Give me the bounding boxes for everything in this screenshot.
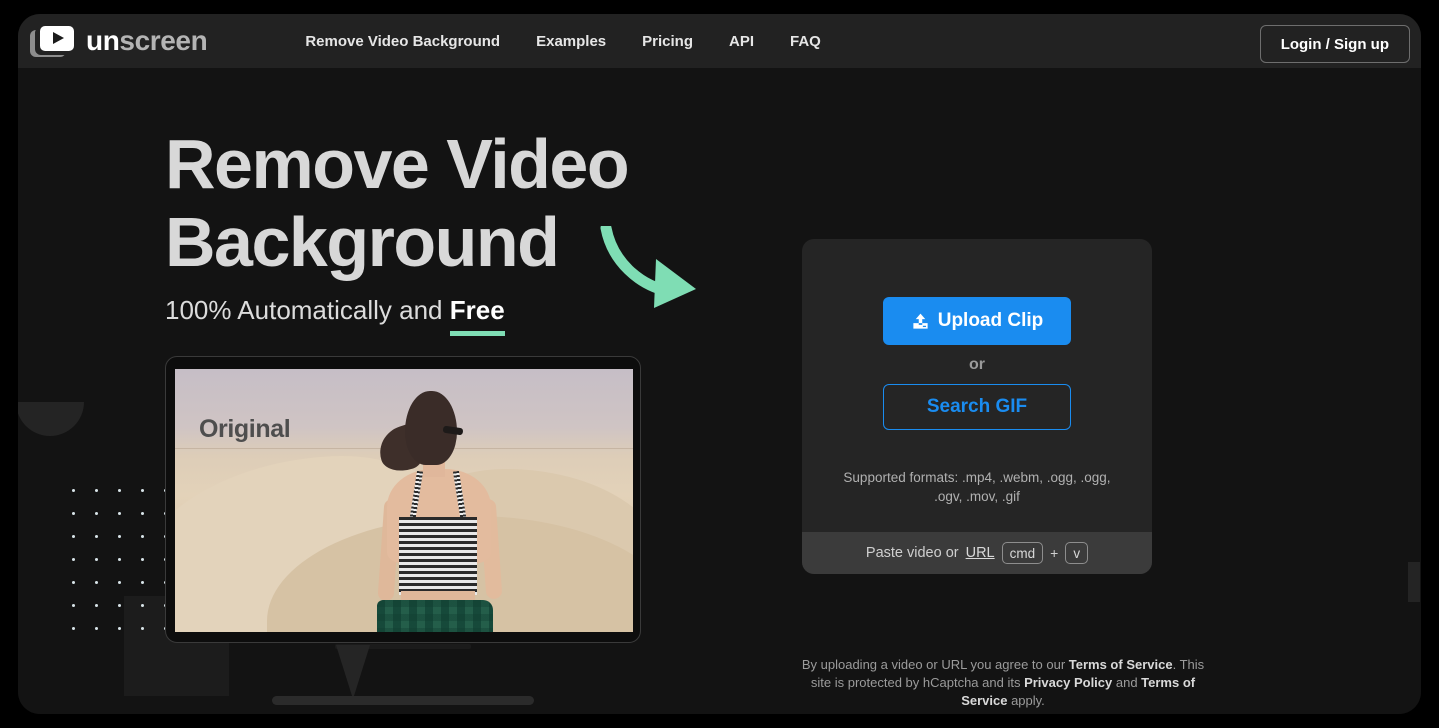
site-header: unscreen Remove Video Background Example… (18, 14, 1421, 68)
page-subtitle-highlight: Free (449, 295, 505, 325)
nav-item-api[interactable]: API (711, 27, 772, 56)
privacy-policy-link[interactable]: Privacy Policy (1024, 675, 1112, 690)
upload-clip-label: Upload Clip (937, 310, 1044, 331)
person-silhouette (371, 389, 511, 632)
nav-item-pricing[interactable]: Pricing (624, 27, 711, 56)
upload-panel: Upload Clip or Search GIF Supported form… (802, 239, 1152, 574)
legal-part-4: apply. (1007, 693, 1045, 708)
search-gif-button[interactable]: Search GIF (883, 384, 1071, 430)
key-v: v (1065, 542, 1089, 564)
video-play-stack-icon (30, 24, 76, 58)
legal-part-3: and (1112, 675, 1142, 690)
page-title-line2: Background (165, 203, 560, 281)
upload-panel-body: Upload Clip or Search GIF Supported form… (802, 239, 1152, 532)
primary-nav: Remove Video Background Examples Pricing… (295, 27, 839, 56)
legal-disclaimer: By uploading a video or URL you agree to… (798, 656, 1208, 710)
legal-part-1: By uploading a video or URL you agree to… (801, 657, 1069, 672)
brand-name: unscreen (86, 25, 208, 57)
monitor-neck (336, 645, 370, 699)
supported-formats-text: Supported formats: .mp4, .webm, .ogg, .o… (843, 470, 1111, 504)
paste-url-link[interactable]: URL (966, 545, 995, 561)
video-preview-monitor: Original (165, 356, 641, 705)
monitor-base (272, 696, 534, 705)
brand-name-screen: screen (119, 25, 208, 56)
nav-item-faq[interactable]: FAQ (772, 27, 839, 56)
login-signup-button[interactable]: Login / Sign up (1259, 25, 1410, 63)
curved-arrow-down-right-icon (600, 226, 696, 308)
upload-tray-icon (913, 313, 928, 329)
decorative-semicircle (18, 402, 84, 436)
monitor-bezel: Original (165, 356, 641, 643)
page-subtitle-prefix: 100% Automatically and (165, 295, 450, 325)
brand-logo[interactable]: unscreen (30, 24, 208, 58)
key-cmd: cmd (1001, 542, 1044, 564)
page-content: Remove Video Background 100% Automatical… (18, 68, 1421, 714)
terms-of-service-link-1[interactable]: Terms of Service (1069, 657, 1173, 672)
unscreen-landing-page: unscreen Remove Video Background Example… (18, 14, 1421, 714)
brand-name-un: un (86, 25, 120, 56)
or-divider-label: or (969, 356, 985, 373)
page-title-line1: Remove Video (165, 125, 630, 203)
key-plus-symbol: + (1050, 545, 1059, 561)
video-preview-screen: Original (175, 369, 633, 632)
preview-original-label: Original (199, 415, 291, 443)
paste-video-bar[interactable]: Paste video or URL cmd + v (802, 532, 1152, 574)
upload-clip-button[interactable]: Upload Clip (883, 297, 1071, 345)
nav-item-remove-video-background[interactable]: Remove Video Background (295, 27, 518, 56)
nav-item-examples[interactable]: Examples (518, 27, 624, 56)
page-subtitle: 100% Automatically and Free (165, 295, 505, 326)
paste-prefix-label: Paste video or (865, 545, 959, 561)
page-scrollbar-thumb[interactable] (1408, 562, 1420, 602)
page-scrollbar[interactable] (1407, 122, 1421, 714)
